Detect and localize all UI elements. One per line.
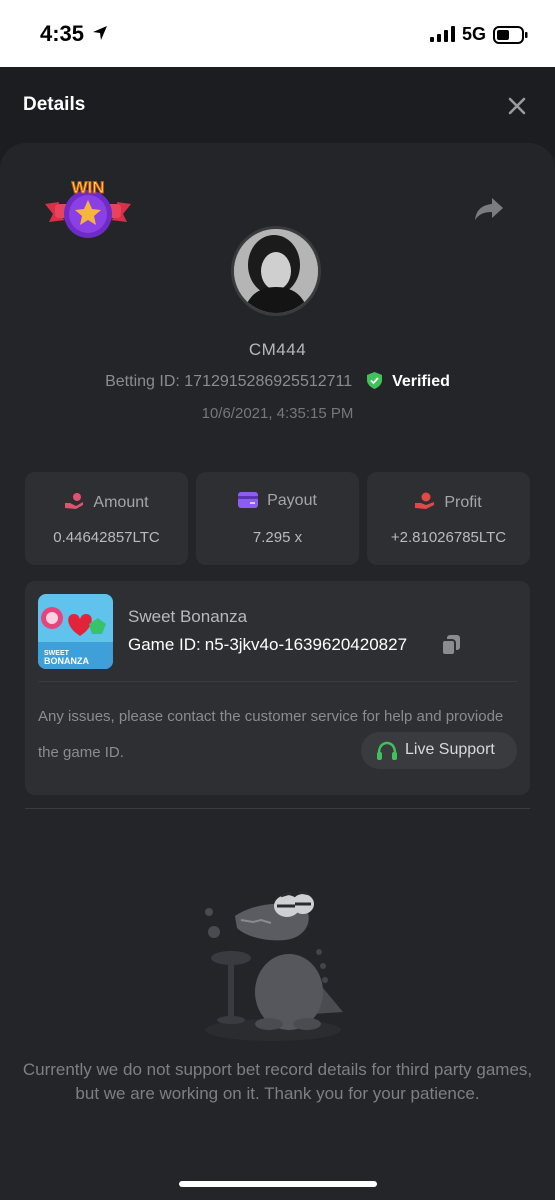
stat-value: +2.81026785LTC <box>390 529 507 546</box>
game-id-label: Game ID: <box>128 635 201 654</box>
crocodile-illustration <box>205 890 343 1041</box>
headset-icon <box>377 741 397 760</box>
copy-icon[interactable] <box>441 634 461 656</box>
status-time: 4:35 <box>40 21 85 46</box>
stat-label: Payout <box>267 492 317 509</box>
betting-id-label: Betting ID: <box>105 373 180 390</box>
verified-label: Verified <box>392 373 450 390</box>
signal-icon <box>430 26 455 42</box>
stat-value: 7.295 x <box>252 529 303 546</box>
stat-payout: Payout 7.295 x <box>196 472 359 565</box>
stat-amount: Amount 0.44642857LTC <box>25 472 188 565</box>
unsupported-message: Currently we do not support bet record d… <box>22 1060 533 1103</box>
card-icon <box>238 492 259 508</box>
divider <box>38 681 517 682</box>
section-divider <box>25 808 530 809</box>
game-id-line: Game ID: n5-3jkv4o-1639620420827 <box>128 635 407 655</box>
stat-profit: Profit +2.81026785LTC <box>367 472 530 565</box>
coin-hand-icon <box>415 492 435 509</box>
game-info-panel: SWEET BONANZA Sweet Bonanza Game ID: n5-3… <box>25 581 530 795</box>
thumb-text-bottom: BONANZA <box>44 656 89 666</box>
avatar-photo <box>234 229 318 313</box>
page-title: Details <box>23 94 86 115</box>
avatar <box>231 226 321 316</box>
stat-value: 0.44642857LTC <box>53 529 160 546</box>
close-icon[interactable] <box>504 93 530 119</box>
stat-label: Amount <box>93 494 149 511</box>
location-arrow-icon <box>93 26 107 40</box>
stat-label: Profit <box>444 494 482 511</box>
betting-id-line: Betting ID: 1712915286925512711 Verified <box>0 372 555 391</box>
verified-shield-icon <box>366 372 382 389</box>
network-type: 5G <box>462 24 487 44</box>
betting-id-value: 1712915286925512711 <box>184 373 353 390</box>
details-header: Details <box>0 67 555 145</box>
live-support-label: Live Support <box>405 741 495 758</box>
game-name: Sweet Bonanza <box>128 607 248 626</box>
live-support-button[interactable]: Live Support <box>361 732 517 769</box>
share-icon[interactable] <box>474 196 504 222</box>
game-thumbnail[interactable]: SWEET BONANZA <box>38 594 113 669</box>
game-id-value: n5-3jkv4o-1639620420827 <box>204 635 408 654</box>
battery-icon <box>493 26 528 44</box>
bet-datetime: 10/6/2021, 4:35:15 PM <box>201 405 354 422</box>
money-hand-icon <box>65 493 84 509</box>
win-badge-text: WIN <box>71 178 104 197</box>
win-badge-icon: WIN <box>45 178 131 238</box>
sweet-bonanza-logo: SWEET BONANZA <box>38 594 113 669</box>
home-indicator <box>179 1181 377 1187</box>
username: CM444 <box>248 340 307 359</box>
status-bar: 4:35 5G <box>0 0 555 67</box>
